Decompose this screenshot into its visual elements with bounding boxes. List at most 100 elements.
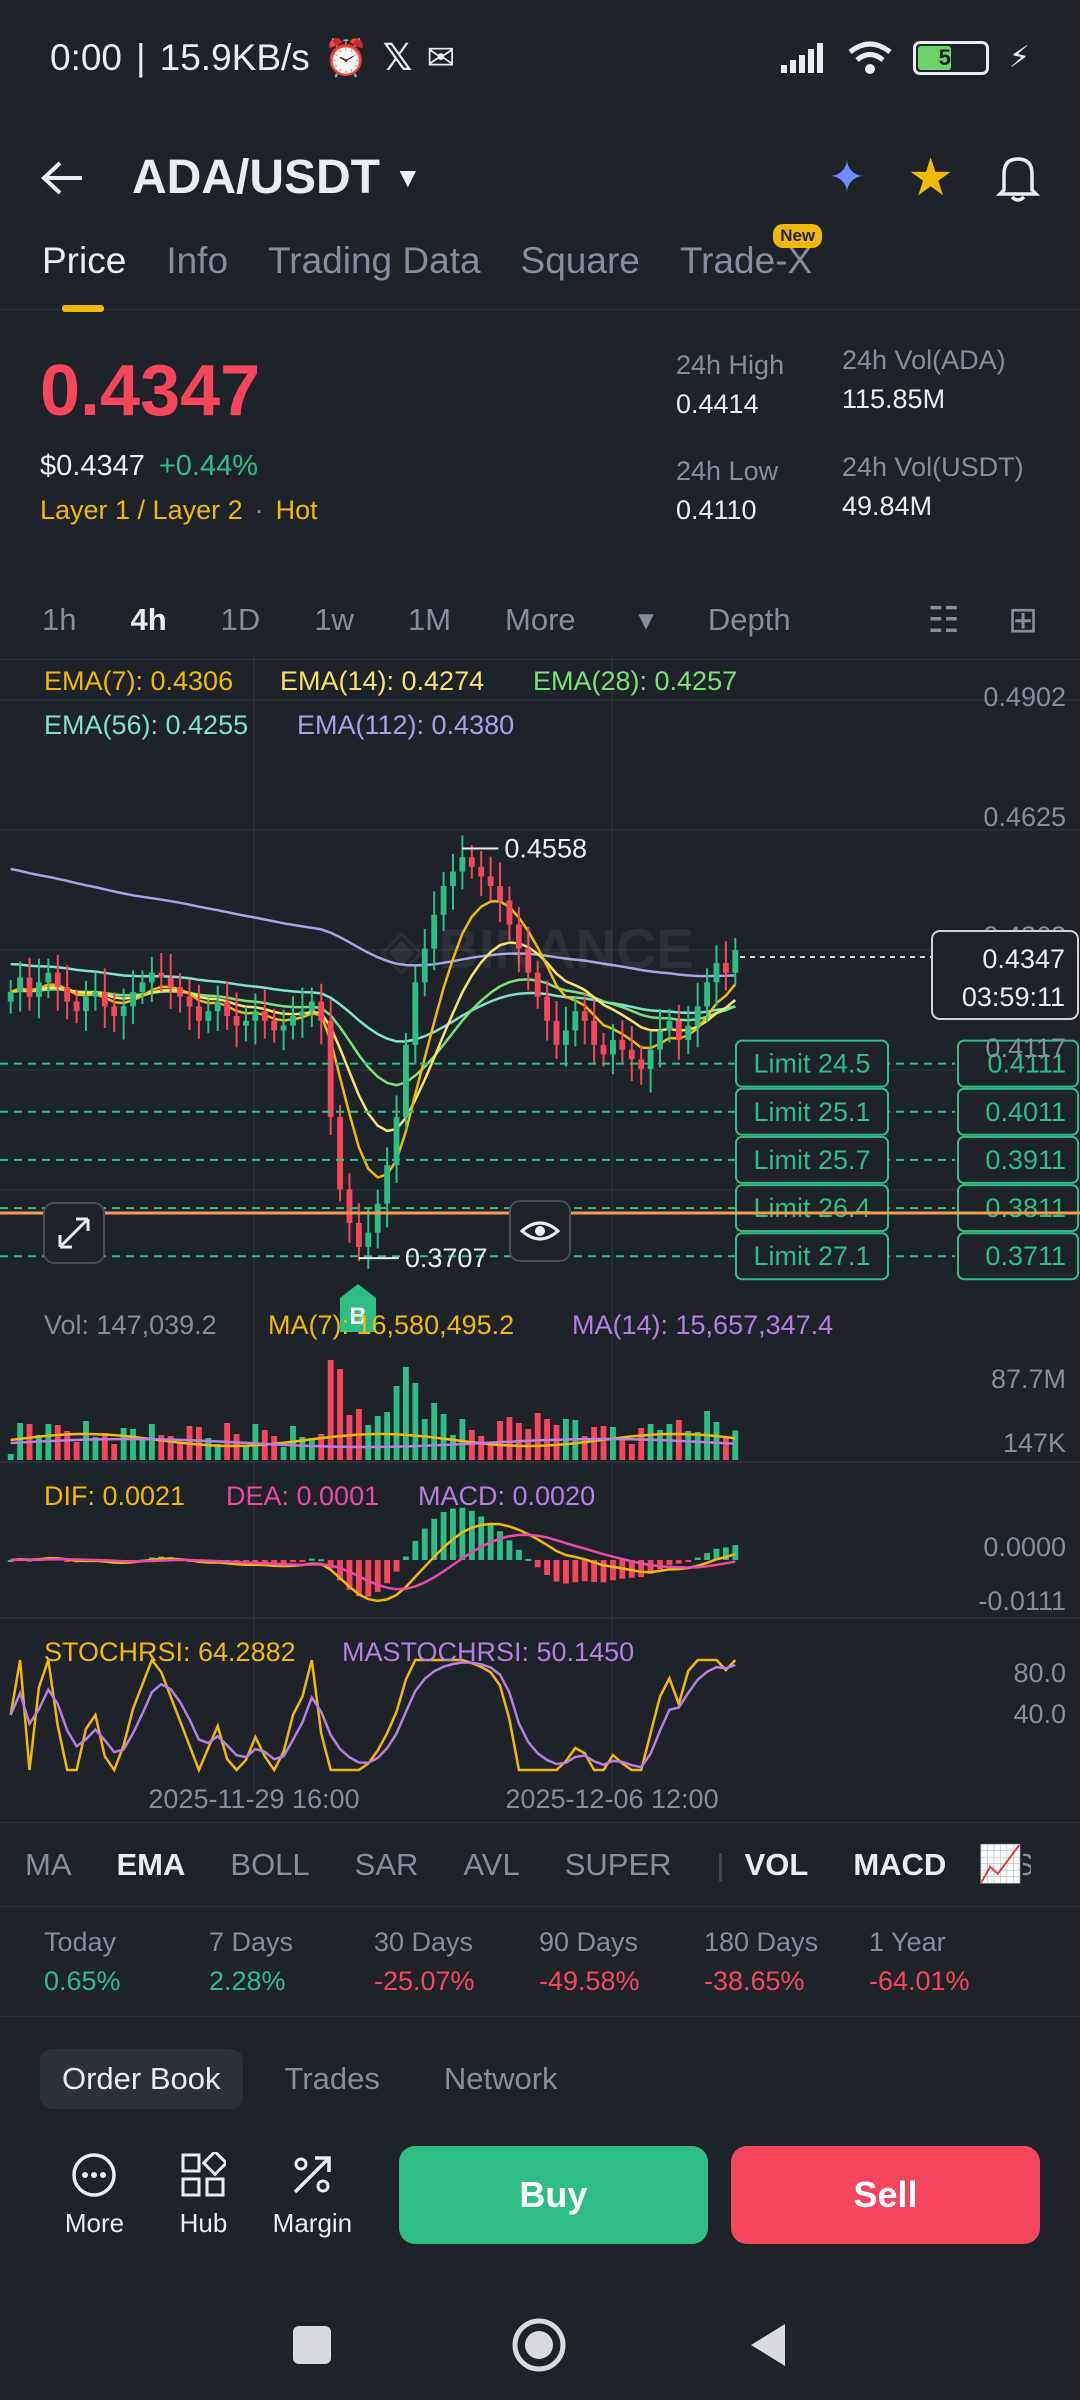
stat-24h-high: 24h High 0.4414 [676, 350, 785, 419]
grid-layout-icon[interactable]: ⊞ [1008, 599, 1038, 641]
buy-button[interactable]: Buy [398, 2146, 708, 2244]
candle-body [45, 972, 52, 983]
volume-bar [111, 1444, 118, 1460]
macd-histogram-bar [666, 1560, 673, 1565]
tab-price[interactable]: Price [42, 240, 126, 312]
candle-body [64, 987, 71, 1002]
recent-apps-button[interactable] [293, 2326, 331, 2364]
hub-button[interactable]: Hub [149, 2151, 258, 2239]
tab-network[interactable]: Network [422, 2049, 580, 2109]
indicator-settings-icon[interactable]: 📈 [970, 1843, 1023, 1885]
indicator-ma[interactable]: MA [25, 1847, 72, 1883]
pair-title[interactable]: ADA/USDT [132, 150, 380, 205]
tab-trade-x[interactable]: Trade-X New [680, 223, 823, 310]
tag-layer[interactable]: Layer 1 / Layer 2 [40, 495, 243, 526]
volume-bar [365, 1425, 372, 1460]
tab-trades[interactable]: Trades [263, 2049, 402, 2109]
candle-body [610, 1040, 616, 1055]
indicator-macd[interactable]: MACD [853, 1847, 946, 1883]
vol-tick-1: 147K [1003, 1428, 1066, 1458]
price-chart[interactable]: Limit 24.5 0.4111Limit 25.1 0.4011Limit 25… [0, 655, 1080, 1820]
status-time: 0:00 [50, 36, 123, 78]
indicator-ema[interactable]: EMA [117, 1847, 186, 1883]
limit-price: 0.3711 [985, 1241, 1066, 1271]
mastochrsi-label: MASTOCHRSI: 50.1450 [342, 1637, 634, 1667]
candle-body [657, 1030, 663, 1050]
system-nav-bar [0, 2290, 1080, 2400]
depth-tab[interactable]: Depth [708, 602, 791, 638]
interval-1d[interactable]: 1D [221, 602, 261, 638]
interval-1w[interactable]: 1w [314, 602, 354, 638]
macd-histogram-bar [365, 1560, 372, 1597]
candle-body [290, 1016, 296, 1026]
tab-info[interactable]: Info [166, 240, 228, 310]
candle-body [233, 1016, 240, 1026]
candle-body [36, 982, 42, 997]
limit-price: 0.3811 [985, 1193, 1066, 1223]
volume-bar [280, 1447, 287, 1460]
tab-trading-data[interactable]: Trading Data [268, 240, 481, 310]
sell-button[interactable]: Sell [730, 2146, 1041, 2244]
tab-square[interactable]: Square [521, 240, 640, 310]
macd-histogram-bar [450, 1508, 456, 1560]
stat-24h-vol-usdt: 24h Vol(USDT) 49.84M [842, 452, 1024, 521]
ai-icon[interactable]: ✦ [829, 152, 866, 203]
battery-icon: 50 [912, 40, 989, 75]
candle-body [355, 1222, 362, 1248]
candle-body [139, 982, 146, 992]
candle-body [271, 1020, 278, 1031]
candle-body [205, 1011, 212, 1021]
candle-body [722, 963, 729, 973]
stochrsi-panel [9, 1657, 737, 1774]
action-bar: More Hub Margin Buy Sell [0, 2140, 1080, 2250]
macd-histogram-bar [290, 1560, 296, 1563]
indicator-super[interactable]: SUPER [565, 1847, 672, 1883]
perf-180-days: 180 Days -38.65% [704, 1926, 819, 1996]
volume-bar [73, 1442, 80, 1460]
back-arrow-icon[interactable] [40, 160, 84, 196]
last-price: 0.4347 [40, 351, 261, 431]
candle-body [7, 991, 14, 1002]
candle-body [403, 1044, 409, 1118]
candle-body [713, 963, 720, 983]
margin-button[interactable]: Margin [258, 2152, 367, 2239]
favorite-star-icon[interactable]: ★ [907, 148, 954, 208]
macd-histogram-bar [412, 1540, 419, 1560]
home-button[interactable] [511, 2317, 567, 2373]
indicator-avl[interactable]: AVL [463, 1847, 519, 1883]
pair-dropdown-icon[interactable]: ▼ [394, 162, 422, 194]
interval-4h[interactable]: 4h [130, 602, 166, 638]
candle-body [619, 1040, 626, 1050]
interval-bar: 1h 4h 1D 1w 1M More ▾ Depth ☷ ⊞ [0, 580, 1080, 660]
interval-1m[interactable]: 1M [408, 602, 451, 638]
macd-histogram-bar [525, 1558, 532, 1561]
chart-settings-icon[interactable]: ☷ [928, 599, 960, 641]
indicator-sar[interactable]: SAR [355, 1847, 419, 1883]
volume-bar [421, 1419, 428, 1460]
x-label-1: 2025-12-06 12:00 [505, 1784, 718, 1814]
more-button[interactable]: More [40, 2152, 149, 2239]
candle-body [120, 1006, 127, 1017]
volume-bar [619, 1438, 626, 1460]
wifi-icon [848, 41, 892, 74]
volume-bar [694, 1432, 701, 1460]
volume-bar [525, 1429, 532, 1460]
indicator-vol[interactable]: VOL [745, 1847, 809, 1883]
indicator-boll[interactable]: BOLL [230, 1847, 309, 1883]
macd-histogram-bar [384, 1560, 391, 1584]
volume-ma14-line [10, 1437, 736, 1449]
interval-more[interactable]: More ▾ [505, 602, 654, 638]
interval-1h[interactable]: 1h [42, 602, 76, 638]
bell-icon[interactable] [996, 154, 1040, 202]
candle-body [562, 1030, 569, 1045]
volume-bar [308, 1438, 315, 1460]
tab-order-book[interactable]: Order Book [40, 2049, 243, 2109]
perf-today: Today 0.65% [44, 1926, 121, 1996]
tag-hot[interactable]: Hot [276, 495, 318, 526]
back-button[interactable] [747, 2322, 787, 2368]
candle-body [186, 996, 193, 1007]
category-tags: Layer 1 / Layer 2 · Hot [40, 495, 318, 526]
candle-body [647, 1049, 654, 1069]
volume-bar [327, 1360, 334, 1460]
candle-body [393, 1117, 400, 1166]
